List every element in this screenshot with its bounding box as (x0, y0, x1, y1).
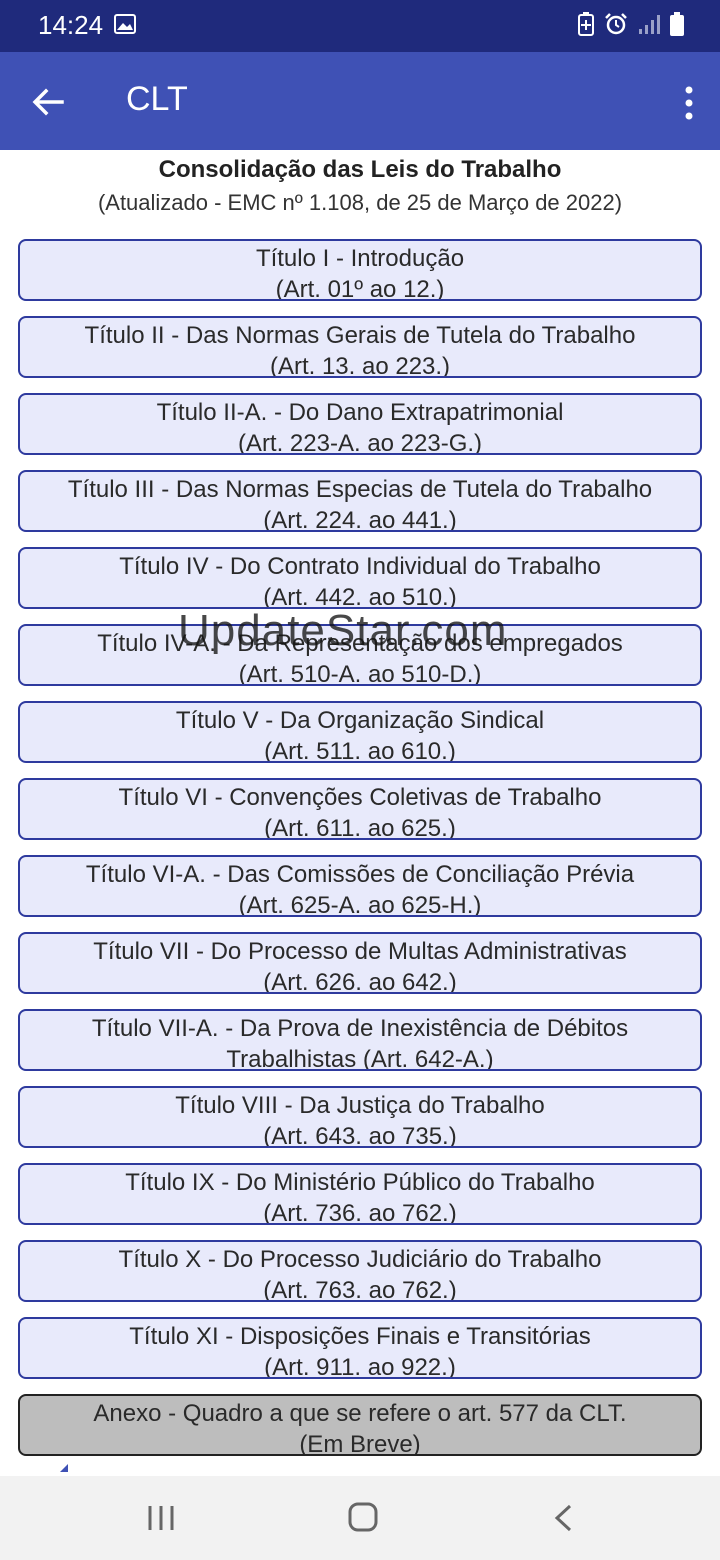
title-range: (Art. 625-A. ao 625-H.) (238, 892, 482, 917)
page-subtitle: (Atualizado - EMC nº 1.108, de 25 de Mar… (97, 190, 623, 215)
title-button[interactable]: Título IV - Do Contrato Individual do Tr… (18, 547, 702, 609)
title-name: Título I - Introdução (255, 245, 465, 272)
recents-icon[interactable] (146, 1504, 176, 1532)
title-name: Título VII-A. - Da Prova de Inexistência… (91, 1015, 629, 1042)
title-button[interactable]: Título II-A. - Do Dano Extrapatrimonial … (18, 393, 702, 455)
home-icon[interactable] (348, 1502, 378, 1532)
title-range: (Art. 442. ao 510.) (263, 584, 457, 609)
title-range: (Art. 911. ao 922.) (264, 1354, 456, 1379)
app-bar: CLT (0, 52, 720, 150)
title-range: (Art. 736. ao 762.) (263, 1200, 457, 1225)
title-button[interactable]: Título IX - Do Ministério Público do Tra… (18, 1163, 702, 1225)
watermark: UpdateStar.com (178, 606, 508, 655)
title-name: Título XI - Disposições Finais e Transit… (129, 1323, 591, 1350)
annex-button[interactable]: Anexo - Quadro a que se refere o art. 57… (18, 1394, 702, 1456)
title-name: Título VI-A. - Das Comissões de Concilia… (85, 861, 635, 888)
title-name: Título II-A. - Do Dano Extrapatrimonial (156, 399, 564, 426)
battery-icon (670, 12, 684, 36)
titles-list: Título I - Introdução (Art. 01º ao 12.) … (18, 239, 702, 1471)
image-icon (114, 14, 136, 34)
title-range: (Art. 643. ao 735.) (263, 1123, 457, 1148)
more-vert-icon[interactable] (684, 86, 694, 120)
signal-icon (639, 15, 660, 34)
title-button[interactable]: Título VI - Convenções Coletivas de Trab… (18, 778, 702, 840)
alarm-icon (605, 13, 627, 35)
title-button[interactable]: Título VIII - Da Justiça do Trabalho (Ar… (18, 1086, 702, 1148)
title-name: Título VII - Do Processo de Multas Admin… (93, 938, 627, 965)
title-name: Título IX - Do Ministério Público do Tra… (125, 1169, 595, 1196)
title-range: (Art. 510-A. ao 510-D.) (238, 661, 482, 686)
title-name: Título II - Das Normas Gerais de Tutela … (84, 322, 636, 349)
title-button[interactable]: Título II - Das Normas Gerais de Tutela … (18, 316, 702, 378)
arrow-left-icon[interactable] (30, 84, 66, 120)
title-button[interactable]: Título X - Do Processo Judiciário do Tra… (18, 1240, 702, 1302)
app-title: CLT (126, 80, 188, 118)
annex-name: Anexo - Quadro a que se refere o art. 57… (93, 1400, 627, 1427)
title-button[interactable]: Título VII-A. - Da Prova de Inexistência… (18, 1009, 702, 1071)
title-button[interactable]: Título I - Introdução (Art. 01º ao 12.) (18, 239, 702, 301)
content-area: Consolidação das Leis do Trabalho (Atual… (0, 150, 720, 1476)
battery-saver-icon (578, 12, 594, 36)
title-name: Título V - Da Organização Sindical (175, 707, 545, 734)
title-range: (Art. 13. ao 223.) (269, 353, 451, 378)
status-time: 14:24 (38, 10, 104, 40)
navigation-bar (0, 1476, 720, 1560)
title-button[interactable]: Título VII - Do Processo de Multas Admin… (18, 932, 702, 994)
annex-status: (Em Breve) (299, 1431, 421, 1456)
title-name: Título VI - Convenções Coletivas de Trab… (118, 784, 602, 811)
status-bar: 14:24 (0, 0, 720, 52)
title-range: (Art. 224. ao 441.) (263, 507, 457, 532)
title-range: (Art. 223-A. ao 223-G.) (237, 430, 483, 455)
title-name: Título VIII - Da Justiça do Trabalho (175, 1092, 545, 1119)
back-icon[interactable] (552, 1504, 574, 1532)
title-name: Título X - Do Processo Judiciário do Tra… (118, 1246, 602, 1273)
title-range: (Art. 611. ao 625.) (264, 815, 456, 840)
page-title: Consolidação das Leis do Trabalho (158, 156, 562, 183)
title-button[interactable]: Título V - Da Organização Sindical (Art.… (18, 701, 702, 763)
title-name: Título IV - Do Contrato Individual do Tr… (119, 553, 601, 580)
title-name: Título III - Das Normas Especias de Tute… (67, 476, 653, 503)
status-icons (578, 12, 684, 36)
title-range: Trabalhistas (Art. 642-A.) (226, 1046, 494, 1071)
title-range: (Art. 511. ao 610.) (264, 738, 456, 763)
scroll-indicator (60, 1464, 68, 1472)
title-range: (Art. 626. ao 642.) (263, 969, 457, 994)
title-button[interactable]: Título III - Das Normas Especias de Tute… (18, 470, 702, 532)
title-button[interactable]: Título VI-A. - Das Comissões de Concilia… (18, 855, 702, 917)
title-range: (Art. 763. ao 762.) (263, 1277, 457, 1302)
title-range: (Art. 01º ao 12.) (275, 276, 445, 301)
title-button[interactable]: Título XI - Disposições Finais e Transit… (18, 1317, 702, 1379)
